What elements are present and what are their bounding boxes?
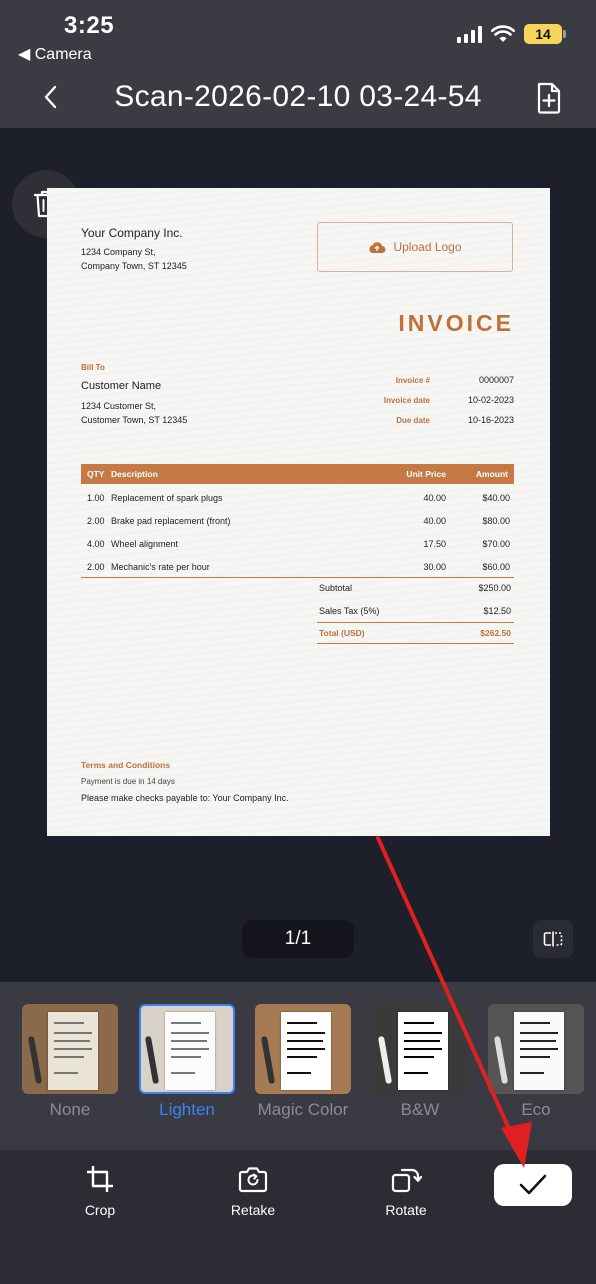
table-row: 2.00 Mechanic's rate per hour 30.00 $60.…	[81, 559, 514, 579]
item-qty: 2.00	[87, 562, 105, 572]
cloud-upload-icon	[369, 241, 386, 253]
status-time: 3:25	[64, 12, 115, 39]
filter-label: None	[49, 1100, 91, 1119]
item-unit-price: 17.50	[423, 539, 446, 549]
cellular-signal-icon	[457, 25, 482, 43]
tax-divider	[317, 622, 514, 623]
back-to-camera-link[interactable]: ◀ Camera	[18, 44, 92, 64]
qty-header: QTY	[87, 469, 105, 479]
checkmark-icon	[519, 1174, 547, 1195]
filter-magic-color[interactable]: Magic Color	[255, 1004, 351, 1120]
table-row: 2.00 Brake pad replacement (front) 40.00…	[81, 513, 514, 533]
invoice-date-value: 10-02-2023	[467, 395, 514, 405]
filter-label: Magic Color	[257, 1100, 349, 1119]
invoice-title: INVOICE	[398, 310, 514, 336]
due-date-label: Due date	[396, 416, 430, 425]
subtotal-value: $250.00	[478, 583, 511, 593]
item-description: Brake pad replacement (front)	[111, 516, 231, 526]
filter-thumbnail	[139, 1004, 235, 1094]
item-unit-price: 40.00	[423, 516, 446, 526]
item-unit-price: 30.00	[423, 562, 446, 572]
status-icons: 14	[457, 24, 566, 44]
rotate-label: Rotate	[385, 1202, 427, 1218]
filter-thumbnail	[372, 1004, 468, 1094]
filter-thumbnail	[22, 1004, 118, 1094]
item-description: Mechanic's rate per hour	[111, 562, 210, 572]
compare-icon	[543, 931, 563, 947]
item-description: Wheel alignment	[111, 539, 179, 549]
customer-address-line-1: 1234 Customer St,	[81, 401, 157, 411]
company-address-line-2: Company Town, ST 12345	[81, 261, 187, 271]
item-unit-price: 40.00	[423, 493, 446, 503]
amount-header: Amount	[475, 469, 508, 479]
description-header: Description	[111, 469, 158, 479]
item-amount: $70.00	[482, 539, 510, 549]
unit-price-header: Unit Price	[406, 469, 446, 479]
crop-icon	[87, 1166, 113, 1192]
camera-retake-icon	[238, 1167, 268, 1193]
item-qty: 2.00	[87, 516, 105, 526]
document-add-icon	[537, 82, 561, 114]
terms-line-1: Payment is due in 14 days	[81, 777, 175, 786]
invoice-number-label: Invoice #	[395, 376, 430, 385]
item-amount: $60.00	[482, 562, 510, 572]
filter-none[interactable]: None	[22, 1004, 118, 1120]
item-amount: $40.00	[482, 493, 510, 503]
table-row: 4.00 Wheel alignment 17.50 $70.00	[81, 536, 514, 556]
filter-label: B&W	[400, 1100, 440, 1119]
total-divider	[317, 643, 514, 644]
sales-tax-value: $12.50	[483, 606, 511, 616]
confirm-button[interactable]	[494, 1164, 572, 1206]
sales-tax-label: Sales Tax (5%)	[319, 606, 380, 616]
table-divider	[81, 577, 514, 578]
invoice-date-label: Invoice date	[383, 396, 430, 405]
battery-indicator: 14	[524, 24, 566, 44]
top-bar: 3:25 ◀ Camera 14 Scan-2026-02-10 03-24-5…	[0, 0, 596, 128]
company-address-line-1: 1234 Company St,	[81, 247, 156, 257]
retake-label: Retake	[230, 1202, 276, 1218]
terms-line-2: Please make checks payable to: Your Comp…	[81, 793, 289, 803]
rotate-icon	[391, 1168, 422, 1193]
document-title[interactable]: Scan-2026-02-10 03-24-54	[0, 80, 596, 114]
filter-label: Lighten	[159, 1100, 215, 1119]
scanned-document-preview[interactable]: Your Company Inc. 1234 Company St, Compa…	[47, 188, 550, 836]
crop-button[interactable]: Crop	[55, 1162, 145, 1218]
invoice-number-value: 0000007	[478, 375, 514, 385]
invoice-table-header: QTY Description Unit Price Amount	[81, 464, 514, 484]
item-amount: $80.00	[482, 516, 510, 526]
rotate-button[interactable]: Rotate	[361, 1162, 451, 1218]
filter-thumbnail	[488, 1004, 584, 1094]
retake-button[interactable]: Retake	[208, 1162, 298, 1218]
total-label: Total (USD)	[319, 628, 365, 638]
filter-bw[interactable]: B&W	[372, 1004, 468, 1120]
compare-button[interactable]	[533, 920, 573, 958]
filter-eco[interactable]: Eco	[488, 1004, 584, 1120]
export-pdf-button[interactable]	[532, 80, 566, 116]
bill-to-label: Bill To	[81, 363, 105, 372]
page-indicator: 1/1	[242, 920, 354, 958]
upload-logo-label: Upload Logo	[393, 240, 462, 254]
customer-address-line-2: Customer Town, ST 12345	[81, 415, 188, 425]
table-row: 1.00 Replacement of spark plugs 40.00 $4…	[81, 490, 514, 510]
customer-name: Customer Name	[81, 380, 162, 392]
total-value: $262.50	[480, 628, 511, 638]
wifi-icon	[491, 25, 515, 42]
company-name: Your Company Inc.	[81, 226, 183, 240]
crop-label: Crop	[84, 1202, 116, 1218]
filter-lighten[interactable]: Lighten	[139, 1004, 235, 1120]
item-description: Replacement of spark plugs	[111, 493, 223, 503]
terms-title: Terms and Conditions	[81, 760, 171, 770]
upload-logo-box: Upload Logo	[317, 222, 513, 272]
subtotal-label: Subtotal	[319, 583, 353, 593]
filter-strip: None Lighten Magic Color B&W Eco	[0, 982, 596, 1150]
filter-thumbnail	[255, 1004, 351, 1094]
filter-label: Eco	[521, 1100, 551, 1119]
due-date-value: 10-16-2023	[467, 415, 514, 425]
item-qty: 4.00	[87, 539, 105, 549]
item-qty: 1.00	[87, 493, 105, 503]
